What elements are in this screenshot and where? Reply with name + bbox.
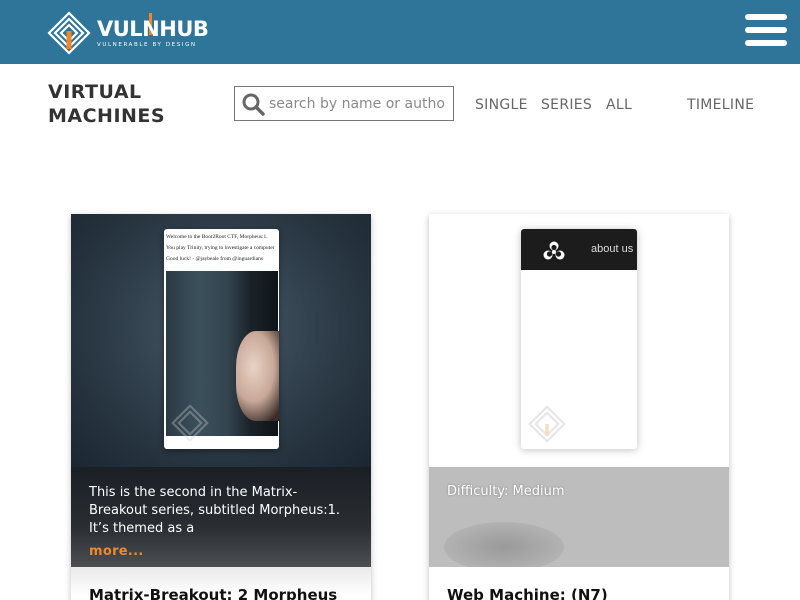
vm-card[interactable]: Welcome to the Boot2Root CTF, Morpheus:1… [71,214,371,600]
vm-screenshot-thumbnail[interactable]: Welcome to the Boot2Root CTF, Morpheus:1… [164,229,279,449]
thumbnail-text-line: You play Trinity, trying to investigate … [166,245,275,251]
vm-card[interactable]: about us Difficulty: Medium Web Machine:… [429,214,729,600]
vulnhub-logo[interactable]: VULNHUB VULNERABLE BY DESIGN [47,11,209,55]
thumbnail-site-header: about us [521,229,637,270]
about-us-link: about us [591,243,634,255]
filter-all-link[interactable]: ALL [606,97,632,113]
vulnhub-logo-icon [47,11,91,55]
thumbnail-text-line: Good luck! - @jaybeale from @inguardians [166,256,264,262]
logo-word-vuln: VULN [97,17,160,41]
page-title-line-1: VIRTUAL [48,81,142,103]
search-input[interactable] [269,91,445,116]
thumbnail-portrait [236,331,279,421]
vm-description: Difficulty: Medium [429,467,729,572]
search-box [234,86,454,121]
timeline-link[interactable]: TIMELINE [687,97,754,113]
page-title: VIRTUAL MACHINES [48,80,165,128]
logo-tagline: VULNERABLE BY DESIGN [97,42,197,48]
description-shadow [444,522,564,572]
vm-description-text: This is the second in the Matrix-Breakou… [89,485,341,536]
vm-screenshot-thumbnail[interactable]: about us [521,229,637,449]
page-title-line-2: MACHINES [48,105,166,127]
search-icon[interactable] [241,92,265,116]
logo-wordmark: VULNHUB [97,17,209,41]
vulnhub-watermark-icon [171,404,209,442]
top-navbar: VULNHUB VULNERABLE BY DESIGN [0,0,800,64]
thumbnail-text-line: Welcome to the Boot2Root CTF, Morpheus:1… [166,234,268,240]
logo-word-hub: HUB [159,17,209,41]
vm-title-suffix: . [357,591,363,600]
vm-title[interactable]: Matrix-Breakout: 2 Morpheus [89,586,337,600]
vm-description: This is the second in the Matrix-Breakou… [71,467,371,567]
vm-card-footer: Matrix-Breakout: 2 Morpheus . [71,567,371,600]
vm-difficulty: Difficulty: Medium [447,484,565,499]
vm-card-footer: Web Machine: (N7) . [429,567,729,600]
biohazard-icon [543,241,565,260]
filter-single-link[interactable]: SINGLE [475,97,528,113]
vulnhub-watermark-icon [528,405,566,443]
vm-title[interactable]: Web Machine: (N7) [447,586,608,600]
more-link[interactable]: more... [89,544,353,559]
vm-title-suffix: . [715,591,721,600]
hamburger-menu-icon[interactable] [745,14,787,50]
filter-series-link[interactable]: SERIES [541,97,592,113]
